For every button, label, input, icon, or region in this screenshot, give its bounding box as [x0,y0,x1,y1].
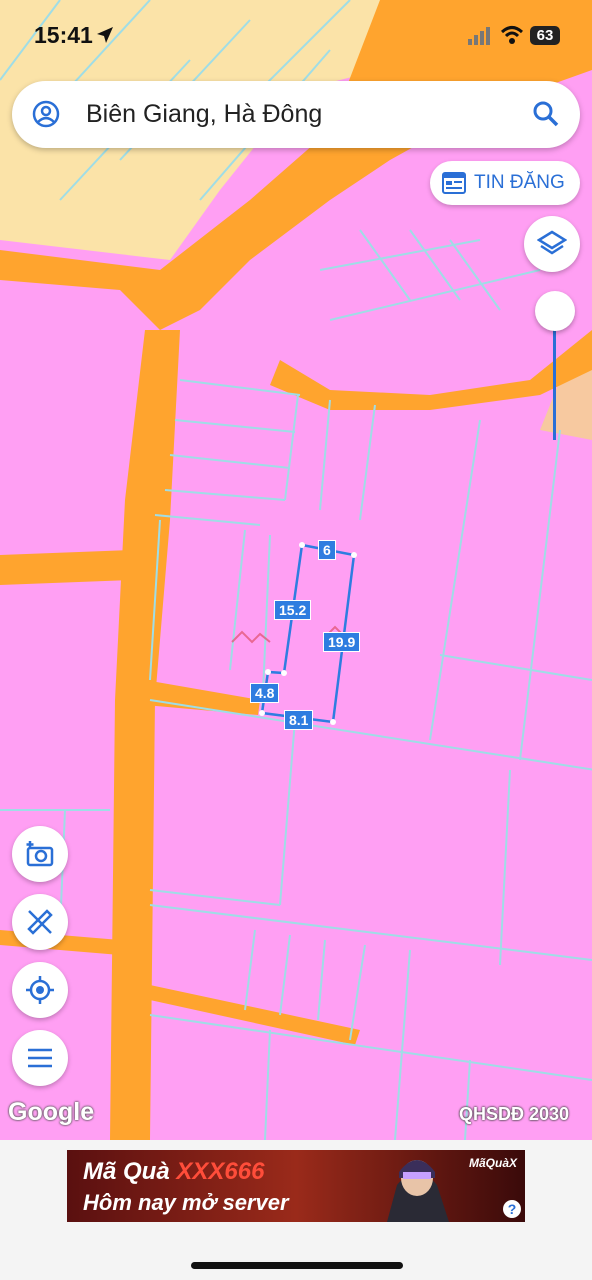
layer-label: QHSDĐ 2030 [459,1104,570,1124]
dimension-top: 6 [318,540,336,560]
search-icon[interactable] [532,100,560,128]
wifi-icon [500,26,524,44]
ruler-pencil-icon [27,909,53,935]
location-arrow-icon [97,27,113,43]
ad-brand: MãQuàX [468,1156,517,1170]
opacity-slider-handle[interactable] [535,291,575,331]
account-icon[interactable] [32,100,60,128]
search-bar[interactable]: Biên Giang, Hà Đông [12,81,580,148]
status-bar: 15:41 63 [0,0,592,70]
measure-button[interactable] [12,894,68,950]
dimension-right: 19.9 [323,632,361,652]
home-indicator[interactable] [191,1262,403,1269]
google-logo: Google [8,1098,95,1126]
ad-line2: Hôm nay mở server [83,1190,289,1215]
cellular-signal-icon [468,27,490,45]
ad-line1: Mã Quà XXX666 [83,1158,265,1185]
listing-icon [442,172,466,194]
menu-button[interactable] [12,1030,68,1086]
ad-banner[interactable]: Mã Quà XXX666 Hôm nay mở server MãQuàX ? [67,1150,525,1222]
tin-dang-label: TIN ĐĂNG [474,172,565,193]
ad-info-icon[interactable]: ? [503,1200,521,1218]
dimension-left: 15.2 [274,600,312,620]
dimension-lower-left: 4.8 [250,683,280,703]
menu-icon [28,1048,52,1068]
opacity-slider-track[interactable] [553,330,556,440]
layers-icon [537,230,567,255]
camera-add-button[interactable] [12,826,68,882]
status-time: 15:41 [34,22,93,48]
my-location-button[interactable] [12,962,68,1018]
battery-indicator: 63 [530,26,560,45]
tin-dang-button[interactable]: TIN ĐĂNG [430,161,580,205]
layers-button[interactable] [524,216,580,272]
camera-plus-icon [26,841,54,867]
dimension-bottom: 8.1 [284,710,314,730]
search-input[interactable]: Biên Giang, Hà Đông [86,100,322,129]
ad-character-image [387,1160,449,1222]
crosshair-icon [26,976,54,1004]
